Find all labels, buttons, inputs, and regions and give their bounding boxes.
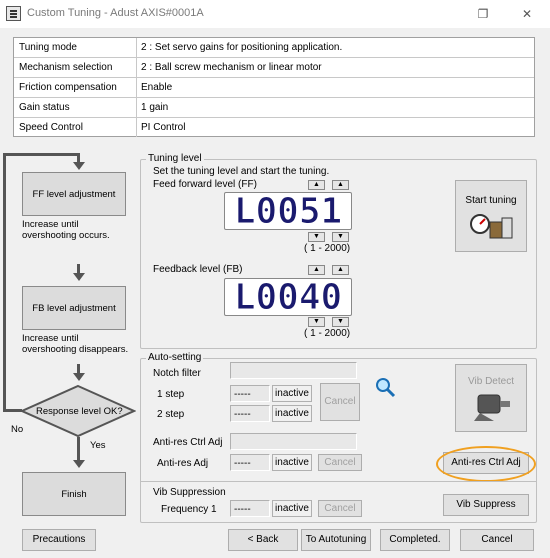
tuning-instruction: Set the tuning level and start the tunin… xyxy=(153,166,330,177)
magnifier-icon xyxy=(376,378,396,398)
fb-down-high-button[interactable]: ▼ xyxy=(308,317,325,327)
antires-ctrl-adj-field xyxy=(230,433,357,450)
row-label: Mechanism selection xyxy=(19,62,113,73)
fb-note-1: Increase until xyxy=(22,333,79,344)
antires-cancel-button[interactable]: Cancel xyxy=(318,454,362,471)
fb-step-label: FB level adjustment xyxy=(32,303,116,314)
auto-setting-title: Auto-setting xyxy=(146,352,204,363)
ff-range-label: ( 1 - 2000) xyxy=(304,243,351,254)
fb-level-label: Feedback level (FB) xyxy=(153,264,243,275)
fb-level-step: FB level adjustment xyxy=(22,286,126,330)
finish-label: Finish xyxy=(61,489,87,500)
row-label: Gain status xyxy=(19,102,70,113)
row-value: Enable xyxy=(136,78,534,97)
arrow-down-icon xyxy=(73,162,85,170)
table-row: Gain status 1 gain xyxy=(14,98,534,118)
frequency1-status: inactive xyxy=(272,500,312,517)
fb-range-label: ( 1 - 2000) xyxy=(304,328,351,339)
ff-note-2: overshooting occurs. xyxy=(22,230,110,241)
settings-summary-table: Tuning mode 2 : Set servo gains for posi… xyxy=(13,37,535,137)
window-title: Custom Tuning - Adust AXIS#0001A xyxy=(27,7,204,19)
row-label: Tuning mode xyxy=(19,42,77,53)
antires-adj-status: inactive xyxy=(272,454,312,471)
ff-up-low-button[interactable]: ▲ xyxy=(332,180,349,190)
ff-level-value: L0051 xyxy=(233,190,343,232)
divider xyxy=(140,481,537,482)
tuning-level-title: Tuning level xyxy=(146,153,204,164)
back-button[interactable]: < Back xyxy=(228,529,298,551)
step1-status: inactive xyxy=(272,385,312,402)
row-label: Friction compensation xyxy=(19,82,117,93)
to-autotuning-button[interactable]: To Autotuning xyxy=(301,529,371,551)
notch-filter-label: Notch filter xyxy=(153,368,201,379)
ff-step-label: FF level adjustment xyxy=(32,189,116,200)
app-icon xyxy=(6,6,21,21)
close-button[interactable]: ✕ xyxy=(517,5,537,23)
ff-level-label: Feed forward level (FF) xyxy=(153,179,257,190)
loop-line-bottom xyxy=(3,409,22,412)
ff-level-display[interactable]: L0051 xyxy=(224,190,352,232)
vib-suppress-button[interactable]: Vib Suppress xyxy=(443,494,529,516)
ff-note-1: Increase until xyxy=(22,219,79,230)
row-label: Speed Control xyxy=(19,122,83,133)
arrow-down-icon xyxy=(73,460,85,468)
table-row: Speed Control PI Control xyxy=(14,118,534,138)
loop-line-left xyxy=(3,153,6,411)
antires-adj-label: Anti-res Adj xyxy=(157,458,209,469)
frequency1-value: ----- xyxy=(230,500,270,517)
decision-label: Response level OK? xyxy=(36,406,123,417)
ff-down-high-button[interactable]: ▼ xyxy=(308,232,325,242)
fb-up-low-button[interactable]: ▲ xyxy=(332,265,349,275)
ff-up-high-button[interactable]: ▲ xyxy=(308,180,325,190)
flow-connector xyxy=(77,437,80,461)
row-value: PI Control xyxy=(136,118,534,137)
fb-level-display[interactable]: L0040 xyxy=(224,276,352,318)
step1-label: 1 step xyxy=(157,389,185,400)
loop-line-top xyxy=(3,153,80,156)
vib-suppression-label: Vib Suppression xyxy=(153,487,226,498)
fb-down-low-button[interactable]: ▼ xyxy=(332,317,349,327)
completed-button[interactable]: Completed. xyxy=(380,529,450,551)
precautions-button[interactable]: Precautions xyxy=(22,529,96,551)
finish-step: Finish xyxy=(22,472,126,516)
vib-cancel-button[interactable]: Cancel xyxy=(318,500,362,517)
frequency1-label: Frequency 1 xyxy=(161,504,217,515)
fb-level-value: L0040 xyxy=(233,276,343,318)
arrow-down-icon xyxy=(73,373,85,381)
notch-cancel-button[interactable]: Cancel xyxy=(320,383,360,421)
arrow-down-icon xyxy=(73,273,85,281)
step2-label: 2 step xyxy=(157,409,185,420)
notch-filter-field xyxy=(230,362,357,379)
motor-icon xyxy=(474,394,510,421)
tuning-motor-icon xyxy=(470,214,513,239)
antires-ctrl-adj-label: Anti-res Ctrl Adj xyxy=(153,437,223,448)
table-row: Friction compensation Enable xyxy=(14,78,534,98)
ff-down-low-button[interactable]: ▼ xyxy=(332,232,349,242)
fb-note-2: overshooting disappears. xyxy=(22,344,129,355)
antires-adj-value: ----- xyxy=(230,454,270,471)
restore-button[interactable]: ❐ xyxy=(473,5,493,23)
fb-up-high-button[interactable]: ▲ xyxy=(308,265,325,275)
step1-value: ----- xyxy=(230,385,270,402)
row-value: 1 gain xyxy=(136,98,534,117)
highlight-ring xyxy=(436,446,536,482)
start-tuning-label: Start tuning xyxy=(465,195,517,206)
vib-detect-button[interactable]: Vib Detect xyxy=(455,364,527,432)
cancel-button[interactable]: Cancel xyxy=(460,529,534,551)
step2-value: ----- xyxy=(230,405,270,422)
vib-detect-label: Vib Detect xyxy=(468,376,514,387)
yes-label: Yes xyxy=(90,440,106,451)
start-tuning-button[interactable]: Start tuning xyxy=(455,180,527,252)
ff-level-step: FF level adjustment xyxy=(22,172,126,216)
row-value: 2 : Set servo gains for positioning appl… xyxy=(136,38,534,57)
table-row: Tuning mode 2 : Set servo gains for posi… xyxy=(14,38,534,58)
table-row: Mechanism selection 2 : Ball screw mecha… xyxy=(14,58,534,78)
step2-status: inactive xyxy=(272,405,312,422)
no-label: No xyxy=(11,424,24,435)
row-value: 2 : Ball screw mechanism or linear motor xyxy=(136,58,534,77)
